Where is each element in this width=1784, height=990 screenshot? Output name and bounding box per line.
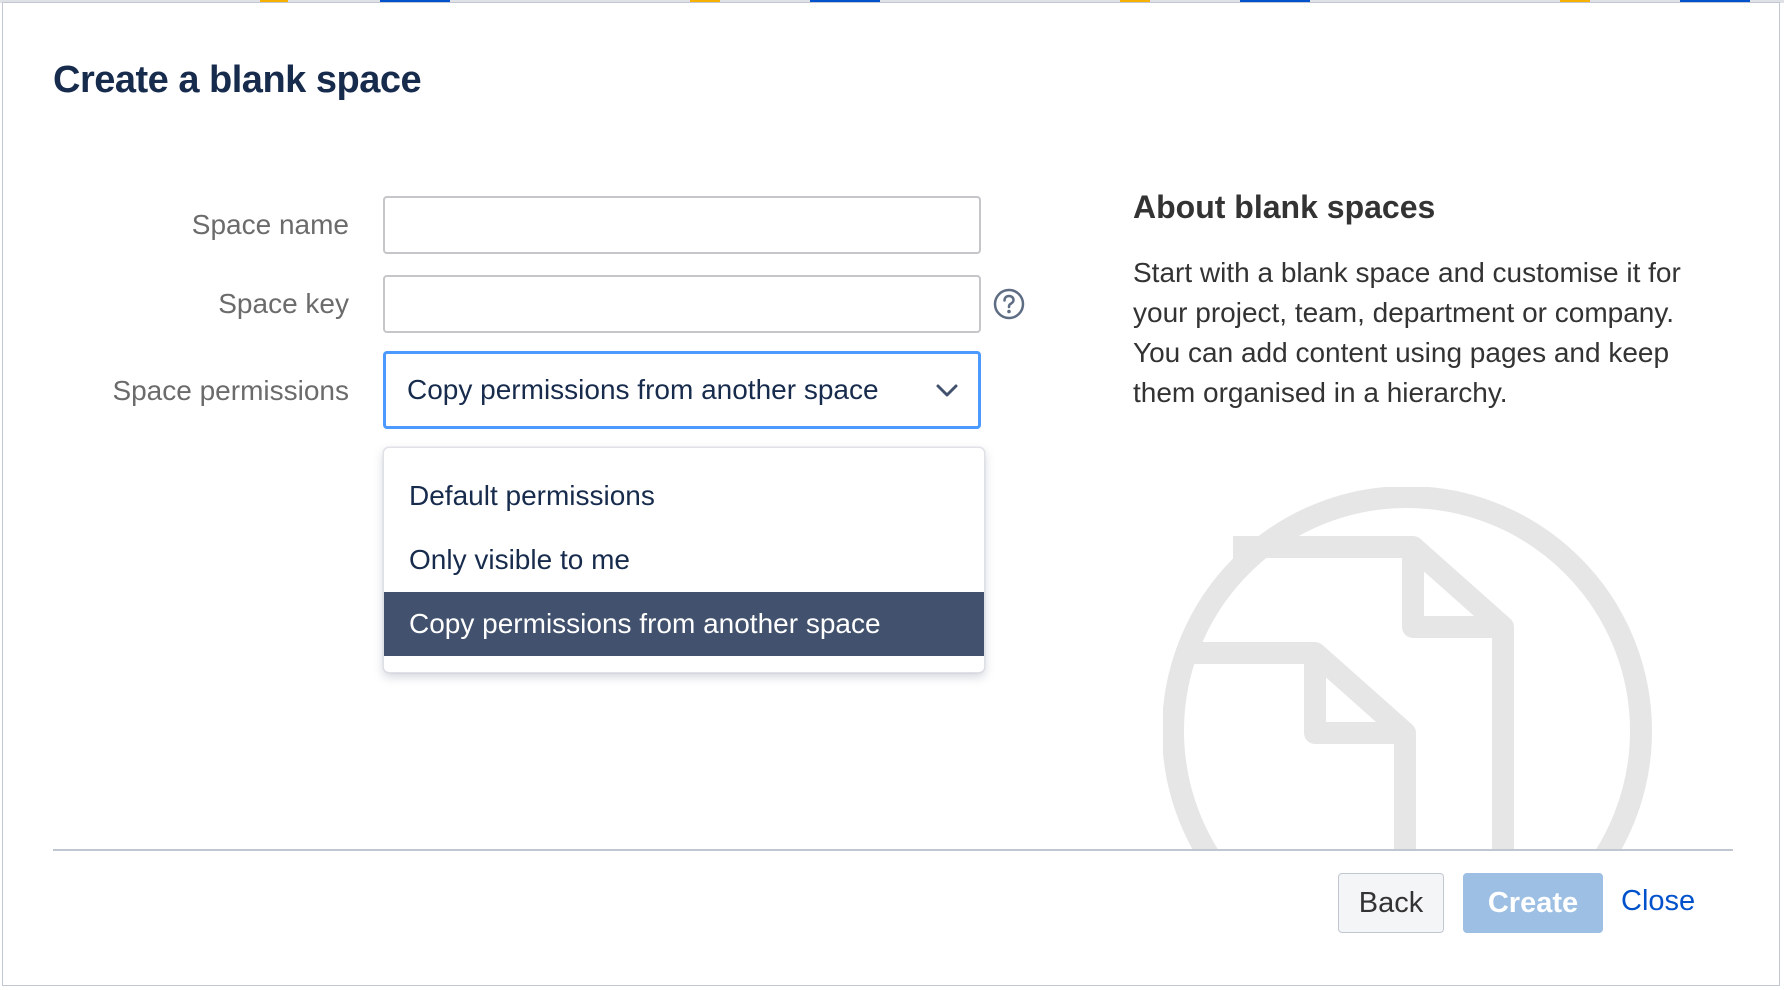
space-key-label: Space key [218,288,349,319]
back-button[interactable]: Back [1338,873,1444,933]
about-title: About blank spaces [1133,189,1436,225]
about-text: Start with a blank space and customise i… [1133,257,1681,408]
space-permissions-dropdown: Default permissions Only visible to me C… [383,447,985,673]
close-link[interactable]: Close [1621,885,1695,918]
space-key-input[interactable] [383,275,981,333]
dropdown-option-only-visible-to-me[interactable]: Only visible to me [384,528,984,592]
create-button[interactable]: Create [1463,873,1603,933]
dropdown-option-copy-permissions[interactable]: Copy permissions from another space [384,592,984,656]
space-name-label: Space name [191,209,349,240]
create-space-dialog: Create a blank space Space name Space ke… [2,2,1780,986]
dropdown-option-default-permissions[interactable]: Default permissions [384,464,984,528]
help-icon[interactable] [993,288,1025,320]
chevron-down-icon [936,384,958,397]
space-permissions-selected-value: Copy permissions from another space [407,374,879,405]
blank-space-illustration [1163,487,1652,851]
footer-divider [53,849,1733,851]
space-name-input[interactable] [383,196,981,254]
space-permissions-label: Space permissions [112,375,349,406]
space-permissions-select[interactable]: Copy permissions from another space [383,351,981,429]
dialog-title: Create a blank space [53,59,422,101]
